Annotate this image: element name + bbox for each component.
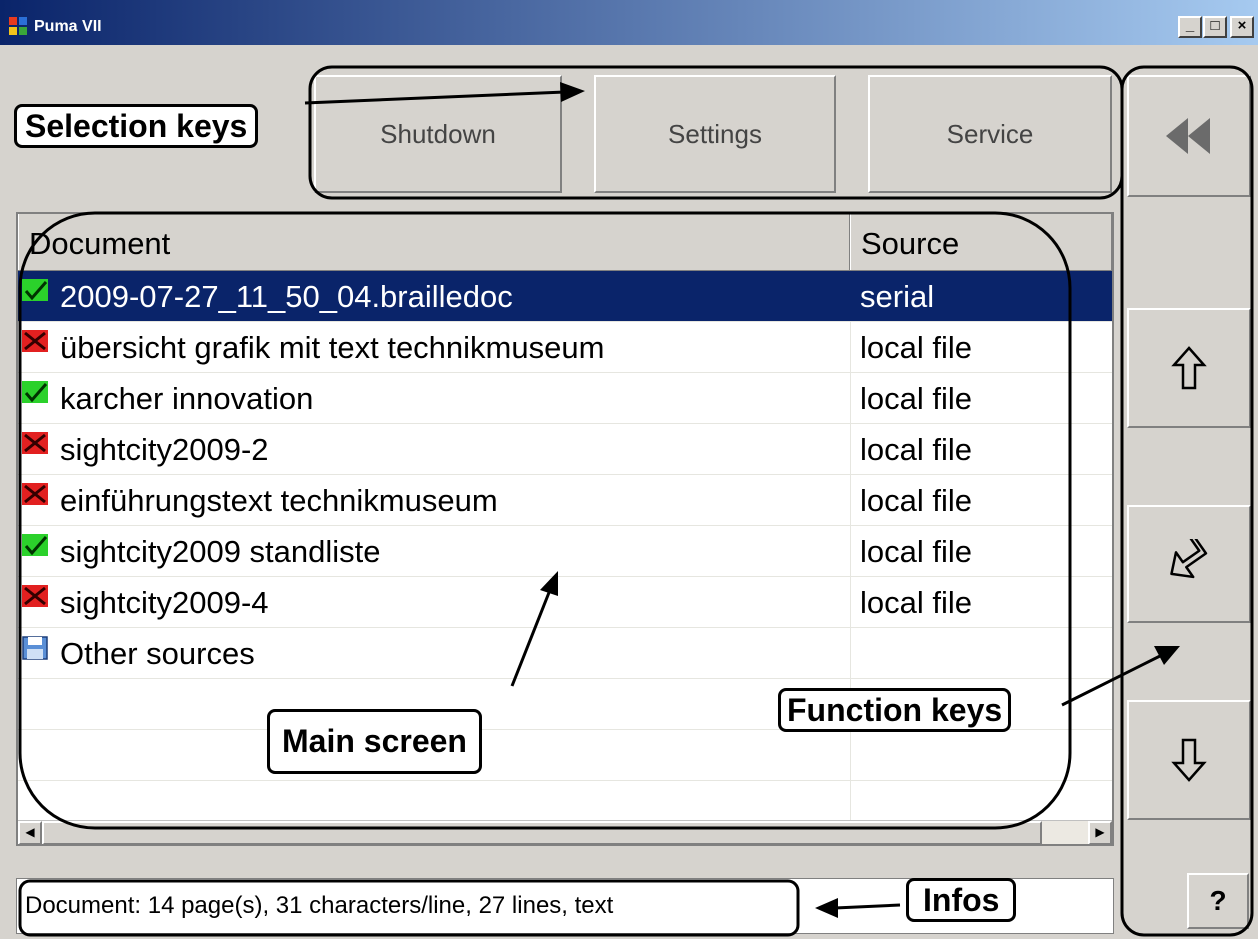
- document-name: sightcity2009 standliste: [60, 534, 381, 569]
- title-bar: Puma VII _ □ ×: [0, 0, 1258, 45]
- column-header-source[interactable]: Source: [850, 214, 1112, 270]
- document-source: local file: [860, 432, 972, 467]
- document-name: übersicht grafik mit text technikmuseum: [60, 330, 605, 365]
- window-title: Puma VII: [34, 18, 102, 35]
- down-button[interactable]: [1127, 700, 1251, 820]
- app-icon: [9, 17, 27, 35]
- annotation-main-screen: Main screen: [267, 709, 482, 774]
- up-button[interactable]: [1127, 308, 1251, 428]
- settings-button[interactable]: Settings: [594, 75, 836, 193]
- document-source: serial: [860, 279, 935, 314]
- enter-button[interactable]: [1127, 505, 1251, 623]
- help-button[interactable]: ?: [1187, 873, 1249, 929]
- column-header-document[interactable]: Document: [18, 214, 850, 270]
- check-icon: [22, 279, 48, 301]
- scroll-right-button[interactable]: ▶: [1088, 821, 1112, 844]
- document-name: sightcity2009-2: [60, 432, 269, 467]
- table-row[interactable]: übersicht grafik mit text technikmuseum l…: [18, 322, 1112, 373]
- document-name: karcher innovation: [60, 381, 314, 416]
- document-source: [860, 628, 1110, 679]
- table-row[interactable]: sightcity2009 standliste local file: [18, 526, 1112, 577]
- check-icon: [22, 381, 48, 403]
- cross-icon: [22, 483, 48, 505]
- close-button[interactable]: ×: [1230, 16, 1254, 38]
- document-list[interactable]: Document Source 2009-07-27_11_50_04.brai…: [16, 212, 1114, 846]
- check-icon: [22, 534, 48, 556]
- cross-icon: [22, 585, 48, 607]
- down-arrow-icon: [1171, 738, 1207, 782]
- table-row[interactable]: sightcity2009-4 local file: [18, 577, 1112, 628]
- up-arrow-icon: [1171, 346, 1207, 390]
- document-name: einführungstext technikmuseum: [60, 483, 498, 518]
- table-row[interactable]: einführungstext technikmuseum local file: [18, 475, 1112, 526]
- document-source: local file: [860, 381, 972, 416]
- table-row[interactable]: 2009-07-27_11_50_04.brailledoc serial: [18, 271, 1112, 322]
- annotation-function-keys: Function keys: [778, 688, 1012, 732]
- table-row[interactable]: karcher innovation local file: [18, 373, 1112, 424]
- maximize-button[interactable]: □: [1203, 16, 1227, 38]
- floppy-disk-icon: [22, 636, 48, 660]
- list-header: Document Source: [18, 214, 1112, 271]
- document-name: Other sources: [60, 636, 255, 671]
- annotation-selection-keys: Selection keys: [14, 104, 259, 148]
- document-name: sightcity2009-4: [60, 585, 269, 620]
- document-source: local file: [860, 585, 972, 620]
- scroll-left-button[interactable]: ◀: [18, 821, 42, 844]
- annotation-infos: Infos: [906, 878, 1017, 922]
- table-row[interactable]: sightcity2009-2 local file: [18, 424, 1112, 475]
- horizontal-scrollbar[interactable]: ◀ ▶: [18, 820, 1112, 844]
- back-button[interactable]: [1127, 75, 1251, 197]
- scroll-thumb[interactable]: [42, 821, 1042, 844]
- info-text: Document: 14 page(s), 31 characters/line…: [25, 892, 614, 919]
- document-name: 2009-07-27_11_50_04.brailledoc: [60, 279, 513, 314]
- document-source: local file: [860, 330, 972, 365]
- double-left-arrow-icon: [1166, 118, 1210, 154]
- document-source: local file: [860, 483, 972, 518]
- table-row[interactable]: Other sources: [18, 628, 1112, 679]
- document-source: local file: [860, 534, 972, 569]
- cross-icon: [22, 330, 48, 352]
- cross-icon: [22, 432, 48, 454]
- enter-arrow-icon: [1170, 539, 1208, 579]
- service-button[interactable]: Service: [868, 75, 1112, 193]
- table-row-empty: [18, 730, 1112, 781]
- minimize-button[interactable]: _: [1178, 16, 1202, 38]
- shutdown-button[interactable]: Shutdown: [314, 75, 562, 193]
